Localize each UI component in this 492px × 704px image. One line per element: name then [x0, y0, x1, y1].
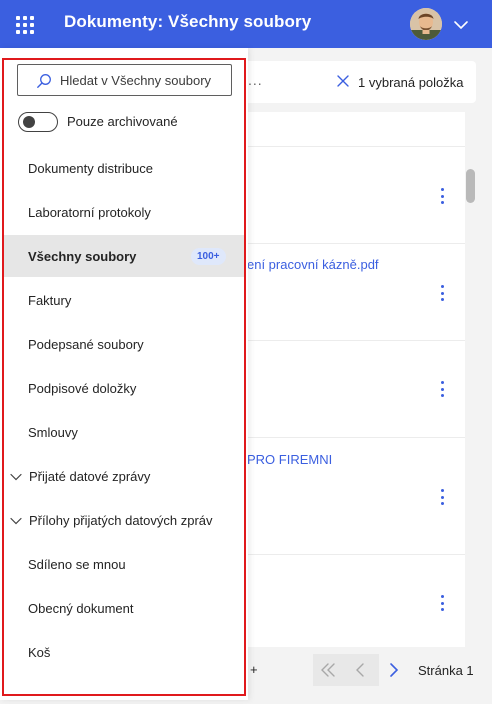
sidebar-item-laboratorni-protokoly[interactable]: Laboratorní protokoly — [2, 191, 244, 233]
waffle-icon[interactable] — [14, 14, 34, 34]
sidebar-item-obecny-dokument[interactable]: Obecný dokument — [2, 587, 244, 629]
previous-page-icon[interactable] — [350, 660, 370, 680]
sidebar-item-podpisove-dolozky[interactable]: Podpisové doložky — [2, 367, 244, 409]
row-divider — [236, 437, 476, 438]
sidebar-item-smlouvy[interactable]: Smlouvy — [2, 411, 244, 453]
avatar[interactable] — [410, 8, 442, 40]
first-page-icon[interactable] — [318, 660, 338, 680]
sidebar-item-label: Podpisové doložky — [28, 381, 137, 396]
row-divider — [236, 554, 476, 555]
archive-toggle[interactable] — [18, 112, 58, 132]
sidebar-item-kos[interactable]: Koš — [2, 631, 244, 673]
sidebar-item-label: Faktury — [28, 293, 72, 308]
more-options-icon[interactable] — [437, 381, 447, 397]
more-options-icon[interactable] — [437, 285, 447, 301]
sidebar-item-label: Podepsané soubory — [28, 337, 144, 352]
chevron-down-icon[interactable] — [9, 514, 23, 528]
search-input[interactable]: Hledat v Všechny soubory — [17, 64, 232, 96]
sidebar-item-dokumenty-distribuce[interactable]: Dokumenty distribuce — [2, 147, 244, 189]
sidebar-item-faktury[interactable]: Faktury — [2, 279, 244, 321]
close-icon[interactable] — [336, 74, 350, 88]
sidebar-item-label: Smlouvy — [28, 425, 78, 440]
next-page-icon[interactable] — [384, 660, 404, 680]
sidebar-item-label: Obecný dokument — [28, 601, 134, 616]
sidebar-item-label: Přijaté datové zprávy — [29, 469, 151, 484]
chevron-down-icon[interactable] — [9, 470, 23, 484]
more-options-icon[interactable] — [437, 595, 447, 611]
sidebar-item-label: Laboratorní protokoly — [28, 205, 151, 220]
count-badge: 100+ — [191, 248, 226, 265]
document-link[interactable]: ení pracovní kázně.pdf — [247, 257, 379, 272]
sidebar-item-podepsane-soubory[interactable]: Podepsané soubory — [2, 323, 244, 365]
scrollbar-thumb[interactable] — [466, 169, 475, 203]
search-icon — [37, 74, 51, 88]
sidebar-item-prilohy-prijatych-datovych-zprav[interactable]: Přílohy přijatých datových zpráv — [2, 499, 244, 541]
toggle-knob — [23, 116, 35, 128]
archive-toggle-label: Pouze archivované — [67, 114, 178, 129]
row-divider — [236, 146, 476, 147]
document-link[interactable]: PRO FIREMNI — [247, 452, 332, 467]
sidebar-item-label: Dokumenty distribuce — [28, 161, 153, 176]
selection-count: 1 vybraná položka — [358, 75, 464, 90]
row-divider — [236, 340, 476, 341]
more-options-icon[interactable] — [437, 489, 447, 505]
sidebar-item-label: Všechny soubory — [28, 249, 137, 264]
sidebar-item-vsechny-soubory[interactable]: Všechny soubory 100+ — [2, 235, 244, 277]
chevron-down-icon[interactable] — [452, 16, 470, 34]
page-title: Dokumenty: Všechny soubory — [64, 12, 312, 31]
sidebar-item-sdileno-se-mnou[interactable]: Sdíleno se mnou — [2, 543, 244, 585]
app-header: Dokumenty: Všechny soubory — [0, 0, 492, 48]
add-button[interactable]: + — [250, 662, 258, 677]
sidebar-item-label: Přílohy přijatých datových zpráv — [29, 513, 213, 528]
row-divider — [236, 243, 476, 244]
more-options-icon[interactable] — [437, 188, 447, 204]
overflow-menu[interactable]: ... — [248, 72, 263, 88]
sidebar-item-prijate-datove-zpravy[interactable]: Přijaté datové zprávy — [2, 455, 244, 497]
search-placeholder: Hledat v Všechny soubory — [60, 73, 212, 88]
page-indicator: Stránka 1 — [418, 663, 474, 678]
sidebar-item-label: Sdíleno se mnou — [28, 557, 126, 572]
sidebar-item-label: Koš — [28, 645, 51, 660]
